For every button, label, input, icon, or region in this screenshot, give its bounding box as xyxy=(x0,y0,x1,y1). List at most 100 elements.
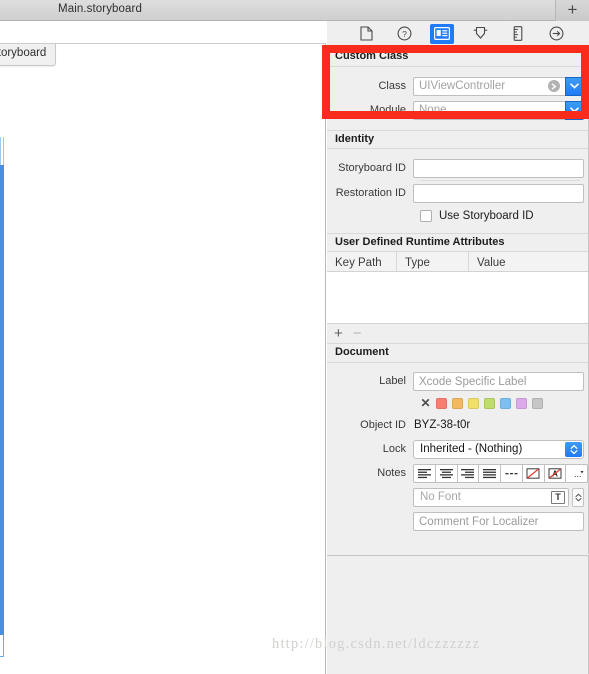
use-storyboard-id-label: Use Storyboard ID xyxy=(439,210,534,222)
udra-column-type[interactable]: Type xyxy=(397,252,469,271)
document-label-row: Label Xcode Specific Label xyxy=(327,369,588,393)
storyboard-id-input[interactable] xyxy=(413,158,584,178)
identity-card-icon xyxy=(434,27,450,40)
font-field[interactable]: No Font T xyxy=(413,487,569,507)
align-right-icon xyxy=(461,468,475,478)
align-left-icon xyxy=(417,468,431,478)
no-fill-color-button[interactable] xyxy=(522,463,545,483)
lock-row: Lock Inherited - (Nothing) xyxy=(327,437,588,461)
watermark-text: http://blog.csdn.net/ldczzzzzz xyxy=(272,636,481,652)
comment-for-localizer-input[interactable]: Comment For Localizer xyxy=(413,511,584,531)
udra-table-header: Key Path Type Value xyxy=(327,252,588,272)
storyboard-id-row: Storyboard ID xyxy=(327,156,588,180)
document-label-label: Label xyxy=(379,375,406,387)
editor-area: storyboard xyxy=(0,21,326,674)
module-dropdown-button[interactable] xyxy=(565,100,584,120)
color-swatch-yellow[interactable] xyxy=(468,397,479,409)
view-controller-top-edge xyxy=(0,137,4,165)
module-combo-field[interactable]: None xyxy=(413,100,565,120)
no-color-icon xyxy=(526,467,540,479)
jump-bar[interactable] xyxy=(0,21,326,44)
align-center-icon xyxy=(439,468,453,478)
comment-row: Comment For Localizer xyxy=(327,509,588,533)
storyboard-canvas[interactable] xyxy=(0,45,325,674)
color-swatch-red[interactable] xyxy=(436,397,447,409)
view-controller-selection-edge[interactable] xyxy=(0,165,4,635)
list-dash-icon xyxy=(505,472,518,474)
attributes-inspector-tab[interactable] xyxy=(468,24,492,44)
color-swatch-orange[interactable] xyxy=(452,397,463,409)
font-picker-icon[interactable]: T xyxy=(551,490,565,504)
xcode-window: Main.storyboard + storyboard xyxy=(0,0,589,674)
jump-bar-tab-storyboard[interactable]: storyboard xyxy=(0,44,57,66)
restoration-id-label: Restoration ID xyxy=(335,187,406,199)
color-swatch-purple[interactable] xyxy=(516,397,527,409)
udra-column-value[interactable]: Value xyxy=(469,252,588,271)
color-swatch-blue[interactable] xyxy=(500,397,511,409)
font-size-stepper[interactable] xyxy=(572,487,584,507)
class-dropdown-button[interactable] xyxy=(565,76,584,96)
size-inspector-tab[interactable] xyxy=(506,24,530,44)
no-text-color-button[interactable]: A xyxy=(544,463,567,483)
udra-add-button[interactable]: + xyxy=(334,326,343,341)
color-swatch-green[interactable] xyxy=(484,397,495,409)
custom-class-module-row: Module None xyxy=(327,98,588,122)
storyboard-id-label: Storyboard ID xyxy=(338,162,406,174)
chevron-down-icon xyxy=(570,83,579,89)
custom-class-class-row: Class UIViewController xyxy=(327,74,588,98)
object-id-label: Object ID xyxy=(360,419,406,431)
lock-popup-arrows-icon[interactable] xyxy=(565,441,582,457)
align-right-button[interactable] xyxy=(457,463,480,483)
module-combo-value: None xyxy=(419,104,447,116)
use-storyboard-id-checkbox[interactable] xyxy=(420,210,432,222)
custom-class-section-header: Custom Class xyxy=(327,48,588,67)
notes-toolbar: A ... xyxy=(413,463,588,483)
window-title-bar: Main.storyboard + xyxy=(0,0,589,21)
align-left-button[interactable] xyxy=(413,463,436,483)
chevron-down-icon xyxy=(570,107,579,113)
notes-label: Notes xyxy=(377,467,406,479)
udra-table-controls: + − xyxy=(327,324,588,344)
more-options-button[interactable]: ... xyxy=(566,463,588,483)
class-combo-value: UIViewController xyxy=(419,80,506,92)
font-row: No Font T xyxy=(327,485,588,509)
notes-row: Notes ... xyxy=(327,461,588,485)
connections-inspector-tab[interactable] xyxy=(544,24,568,44)
align-justify-button[interactable] xyxy=(479,463,501,483)
list-dash-button[interactable] xyxy=(501,463,523,483)
class-combo[interactable]: UIViewController xyxy=(413,76,584,96)
class-combo-field[interactable]: UIViewController xyxy=(413,76,565,96)
inspector-tab-strip: ? xyxy=(327,21,589,47)
identity-section-header: Identity xyxy=(327,130,588,149)
ruler-icon xyxy=(513,26,523,41)
clear-color-button[interactable]: ✕ xyxy=(420,397,431,409)
lock-label: Lock xyxy=(382,443,406,455)
color-swatch-gray[interactable] xyxy=(532,397,543,409)
identity-inspector-tab[interactable] xyxy=(430,23,454,44)
svg-text:?: ? xyxy=(402,29,407,39)
library-pane xyxy=(327,555,589,674)
udra-remove-button[interactable]: − xyxy=(353,326,362,341)
document-label-input[interactable]: Xcode Specific Label xyxy=(413,371,584,391)
object-id-value: BYZ-38-t0r xyxy=(414,419,471,431)
file-inspector-tab[interactable] xyxy=(354,24,378,44)
document-color-swatches: ✕ xyxy=(327,393,588,413)
udra-table-body[interactable] xyxy=(327,272,588,324)
arrow-circle-icon xyxy=(549,26,563,41)
align-justify-icon xyxy=(483,468,497,478)
use-storyboard-id-row[interactable]: Use Storyboard ID xyxy=(327,205,588,227)
utilities-inspector-pane: ? Custom Class Class UIViewController Mo… xyxy=(327,21,589,674)
restoration-id-input[interactable] xyxy=(413,183,584,203)
stepper-arrows-icon xyxy=(574,492,582,502)
module-combo[interactable]: None xyxy=(413,100,584,120)
lock-popup-button[interactable]: Inherited - (Nothing) xyxy=(413,439,584,459)
align-center-button[interactable] xyxy=(435,463,458,483)
lock-popup-value: Inherited - (Nothing) xyxy=(420,443,523,455)
add-editor-button[interactable]: + xyxy=(555,0,589,21)
quick-help-inspector-tab[interactable]: ? xyxy=(392,24,416,44)
identity-inspector-body: Custom Class Class UIViewController Modu… xyxy=(327,48,589,554)
class-jump-to-definition-icon[interactable] xyxy=(548,80,560,92)
no-text-color-icon: A xyxy=(548,467,562,479)
udra-column-key-path[interactable]: Key Path xyxy=(327,252,397,271)
more-options-icon: ... xyxy=(574,469,584,479)
